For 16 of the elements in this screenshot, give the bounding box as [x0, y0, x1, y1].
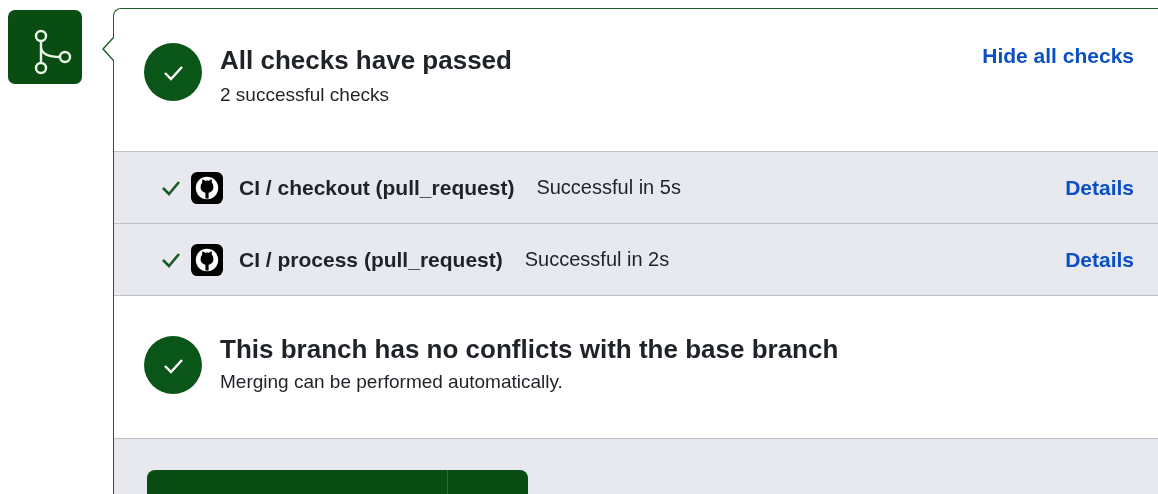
- details-link[interactable]: Details: [1065, 175, 1134, 200]
- merge-icon: [8, 10, 82, 84]
- conflicts-subtitle: Merging can be performed automatically.: [220, 371, 564, 393]
- check-circle-icon: [144, 336, 202, 394]
- check-result: Successful in 2s: [524, 248, 671, 271]
- status-subtitle: 2 successful checks: [220, 84, 390, 106]
- check-circle-icon: [144, 43, 202, 101]
- check-result: Successful in 5s: [536, 176, 682, 199]
- check-name: CI / checkout (pull_request): [239, 175, 515, 200]
- hide-checks-link[interactable]: Hide all checks: [982, 44, 1134, 68]
- octocat-icon: [191, 171, 223, 204]
- conflicts-title: This branch has no conflicts with the base branch: [220, 334, 840, 365]
- octocat-icon: [191, 243, 223, 276]
- details-link[interactable]: Details: [1065, 247, 1134, 272]
- check-name: CI / process (pull_request): [239, 247, 503, 272]
- status-title: All checks have passed: [220, 45, 513, 76]
